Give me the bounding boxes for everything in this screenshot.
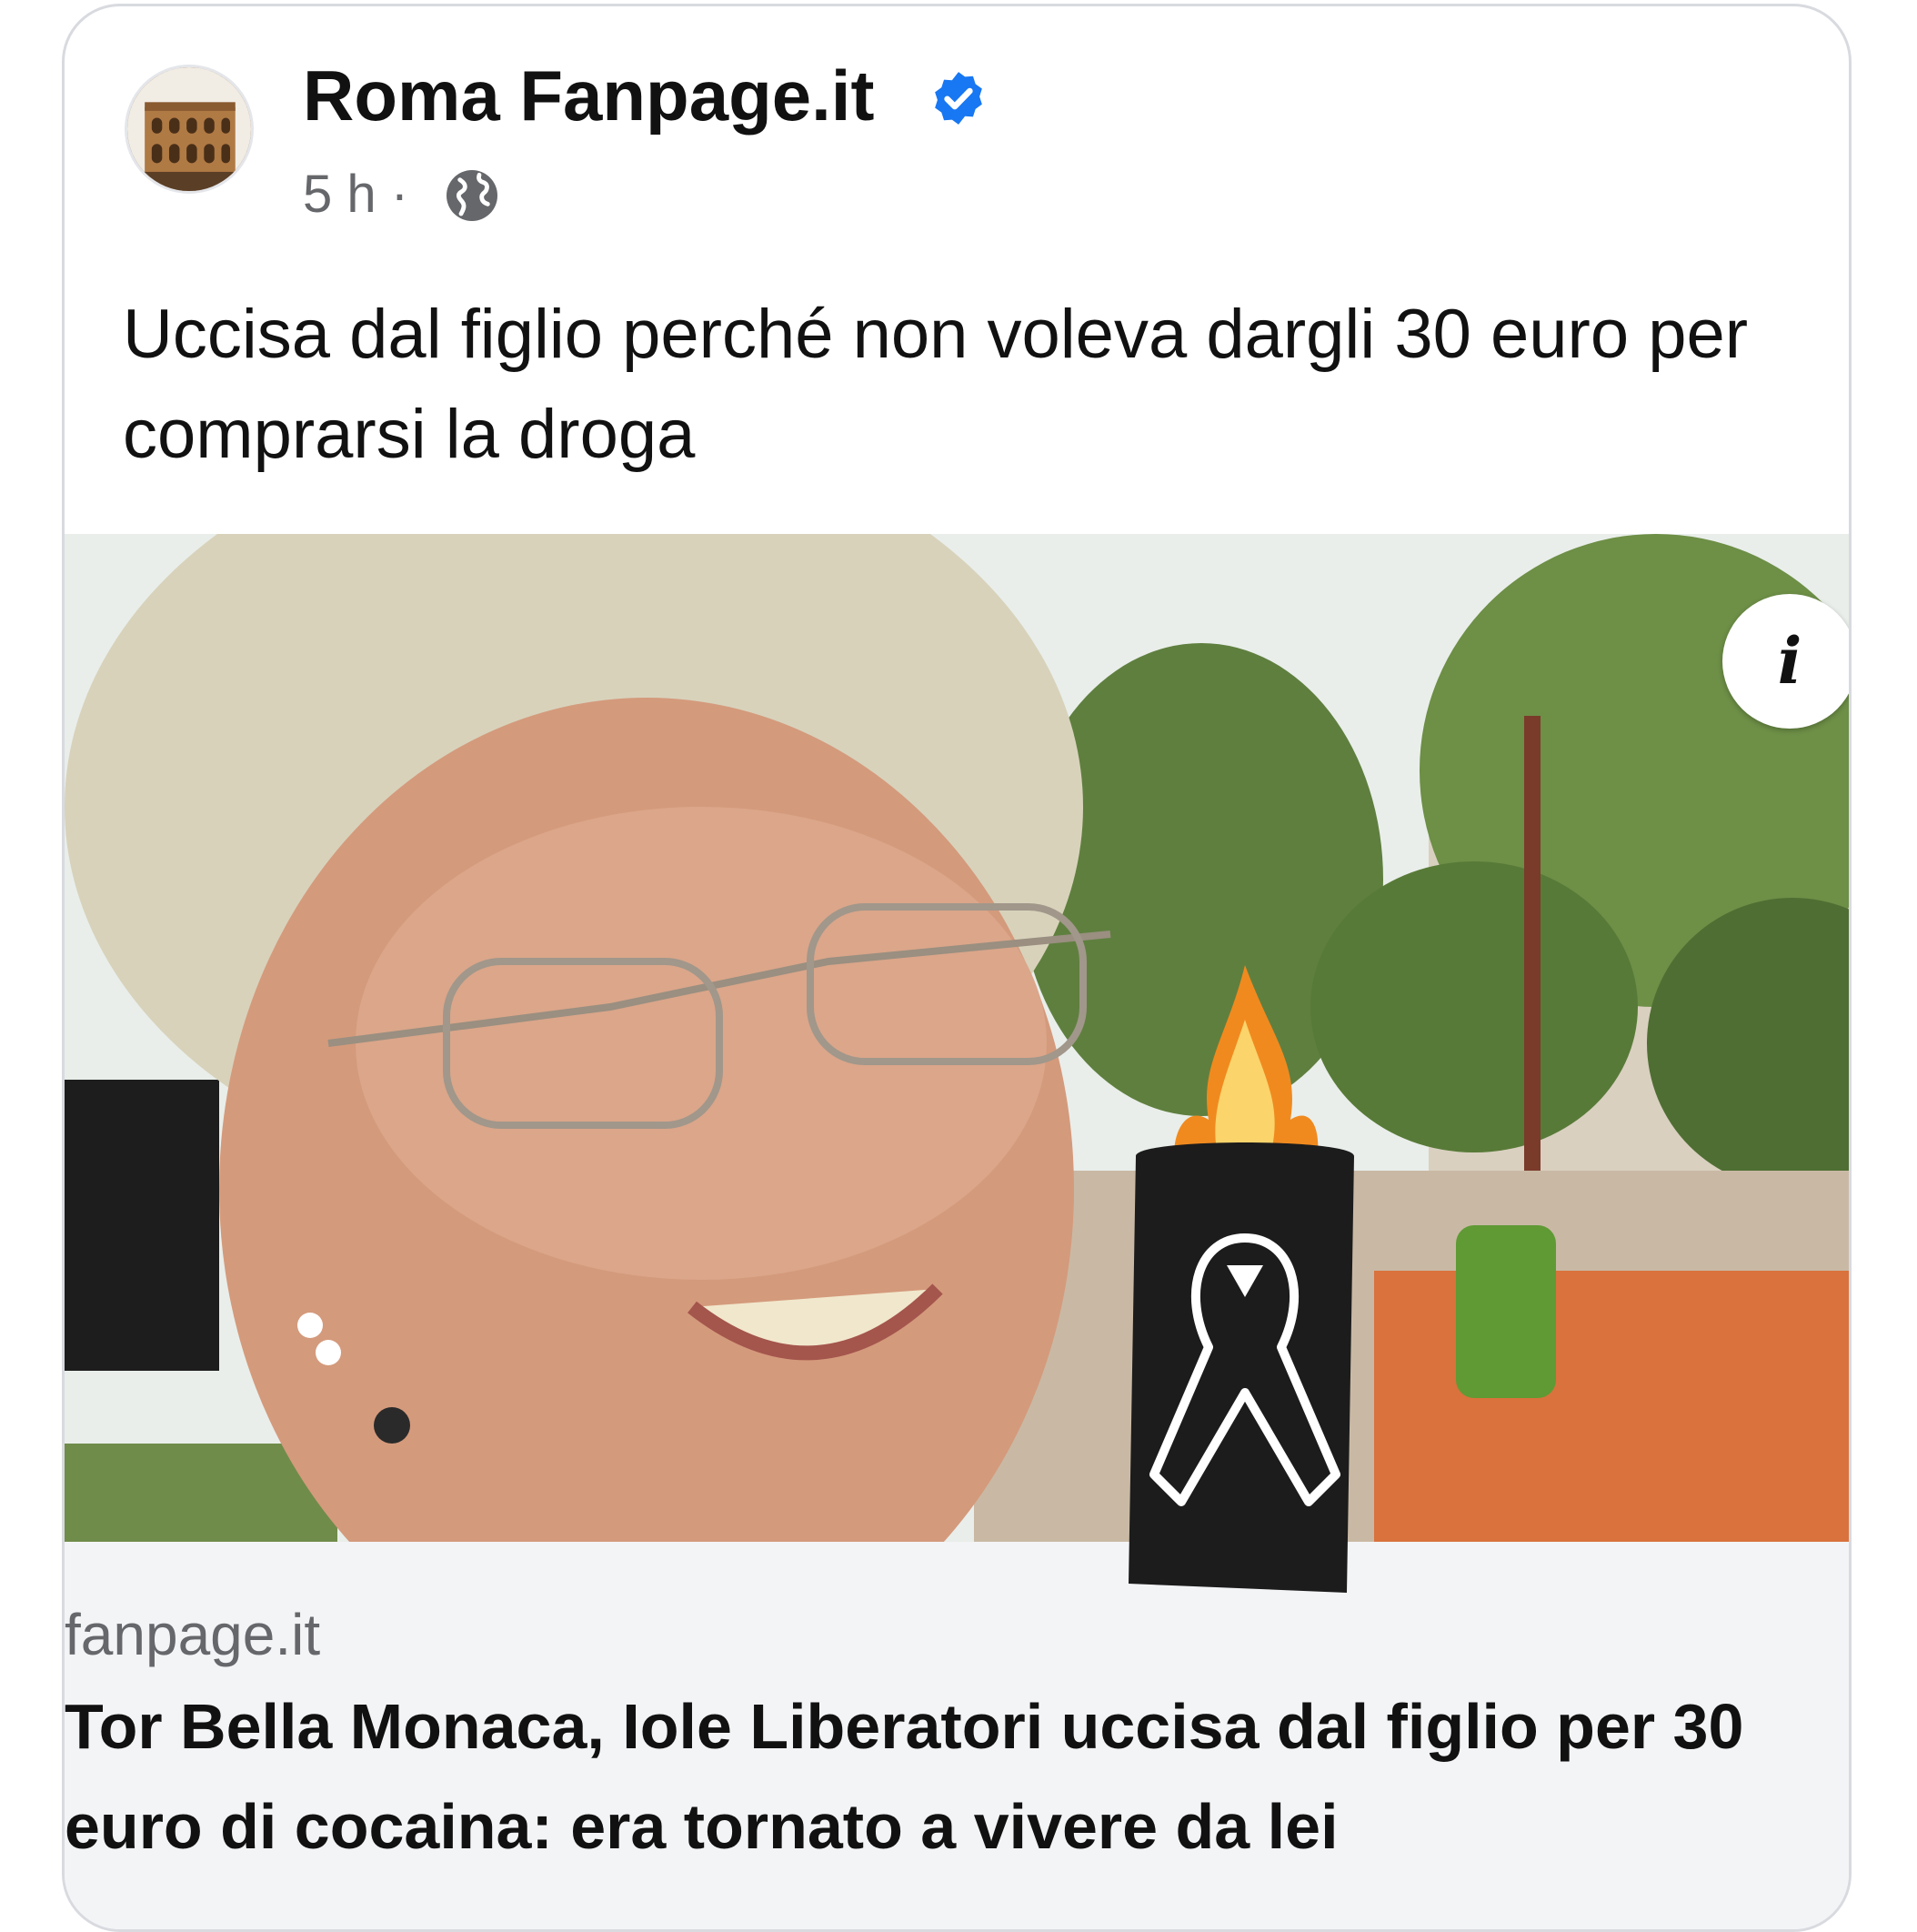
- link-domain: fanpage.it: [65, 1602, 321, 1667]
- page-avatar[interactable]: [125, 65, 254, 194]
- colosseum-avatar-image: [127, 67, 251, 191]
- info-button[interactable]: i: [1722, 594, 1849, 729]
- info-icon: i: [1777, 623, 1802, 699]
- post-time[interactable]: 5 h ·: [303, 163, 408, 226]
- post-caption: Uccisa dal figlio perché non voleva darg…: [123, 296, 1749, 473]
- link-title[interactable]: Tor Bella Monaca, Iole Liberatori uccisa…: [65, 1676, 1847, 1877]
- post-card: Roma Fanpage.it 5 h · Uccisa dal figlio …: [62, 4, 1852, 1932]
- globe-icon: [447, 170, 497, 221]
- verified-badge-icon: [935, 72, 982, 125]
- woman-portrait-image: [65, 534, 1849, 1542]
- page-name[interactable]: Roma Fanpage.it: [303, 54, 874, 137]
- memorial-candle-image: [1129, 965, 1354, 1593]
- post-photo[interactable]: [65, 534, 1849, 1542]
